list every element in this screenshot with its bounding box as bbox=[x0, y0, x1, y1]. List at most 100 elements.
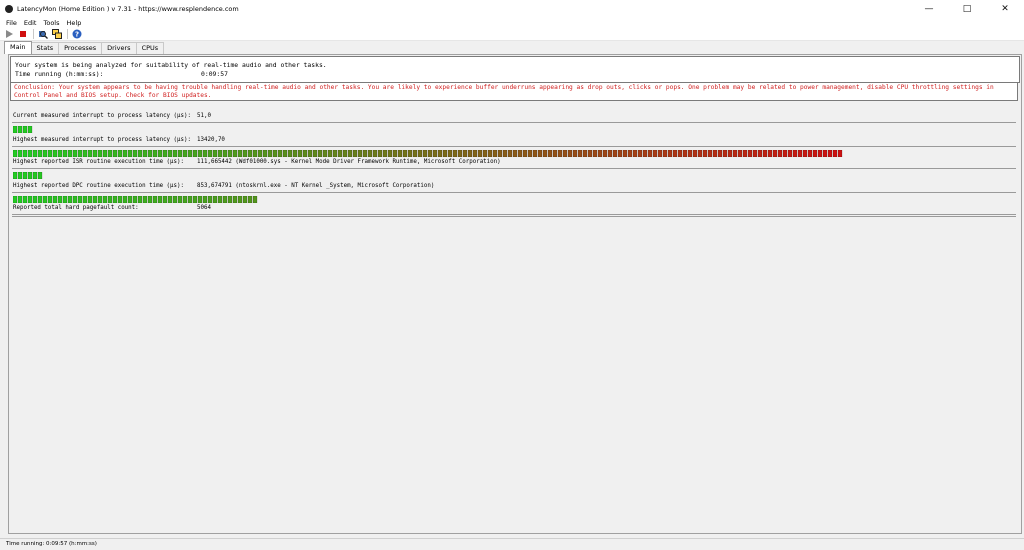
bar-segment bbox=[462, 150, 468, 157]
bar-segment bbox=[802, 150, 808, 157]
toolbar: ? bbox=[0, 27, 1024, 41]
bar-segment bbox=[67, 196, 73, 203]
bar-segment bbox=[787, 150, 793, 157]
bar-segment bbox=[77, 150, 83, 157]
start-button[interactable] bbox=[4, 29, 14, 39]
bar-segment bbox=[557, 150, 563, 157]
bar-segment bbox=[302, 150, 308, 157]
bar-segment bbox=[602, 150, 608, 157]
bar-segment bbox=[182, 150, 188, 157]
bar-segment bbox=[87, 196, 93, 203]
bar-segment bbox=[762, 150, 768, 157]
bar-segment bbox=[322, 150, 328, 157]
bar-segment bbox=[127, 196, 133, 203]
bar-segment bbox=[142, 150, 148, 157]
bar-segment bbox=[652, 150, 658, 157]
bar-segment bbox=[207, 150, 213, 157]
bar-segment bbox=[757, 150, 763, 157]
bar-segment bbox=[202, 150, 208, 157]
bar-segment bbox=[607, 150, 613, 157]
menu-edit[interactable]: Edit bbox=[24, 19, 37, 27]
bar-segment bbox=[337, 150, 343, 157]
tab-stats[interactable]: Stats bbox=[30, 42, 60, 54]
bar-segment bbox=[432, 150, 438, 157]
bar-segment bbox=[92, 196, 98, 203]
close-button[interactable]: ✕ bbox=[986, 0, 1024, 18]
bar-segment bbox=[122, 196, 128, 203]
window-title: LatencyMon (Home Edition ) v 7.31 - http… bbox=[17, 5, 239, 13]
bar-segment bbox=[532, 150, 538, 157]
bar-segment bbox=[27, 172, 33, 179]
analyze-button[interactable] bbox=[38, 29, 48, 39]
windows-button[interactable] bbox=[52, 28, 62, 39]
bar-segment bbox=[47, 150, 53, 157]
play-icon bbox=[6, 29, 13, 38]
bar-segment bbox=[242, 150, 248, 157]
bar-segment bbox=[172, 150, 178, 157]
bar-segment bbox=[112, 150, 118, 157]
tab-cpus[interactable]: CPUs bbox=[135, 42, 165, 54]
bar-segment bbox=[177, 150, 183, 157]
menu-help[interactable]: Help bbox=[67, 19, 82, 27]
bar-segment bbox=[17, 126, 23, 133]
bar-segment bbox=[252, 150, 258, 157]
bar-segment bbox=[452, 150, 458, 157]
tab-main[interactable]: Main bbox=[4, 41, 32, 54]
bar-segment bbox=[232, 150, 238, 157]
bar-segment bbox=[132, 196, 138, 203]
minimize-icon: — bbox=[924, 4, 934, 14]
metric-label: Highest measured interrupt to process la… bbox=[13, 137, 191, 143]
bar-segment bbox=[412, 150, 418, 157]
bar-segment bbox=[737, 150, 743, 157]
bar-segment bbox=[177, 196, 183, 203]
conclusion-text: Conclusion: Your system appears to be ha… bbox=[10, 82, 1018, 101]
bar-segment bbox=[252, 196, 258, 203]
bar-segment bbox=[167, 196, 173, 203]
help-button[interactable]: ? bbox=[72, 29, 82, 39]
bar-segment bbox=[442, 150, 448, 157]
divider bbox=[12, 214, 1016, 215]
maximize-button[interactable]: □ bbox=[948, 0, 986, 18]
bar-segment bbox=[402, 150, 408, 157]
latency-bar bbox=[13, 196, 258, 203]
bar-segment bbox=[147, 150, 153, 157]
metric-label: Reported total hard pagefault count: bbox=[13, 205, 139, 211]
bar-segment bbox=[82, 196, 88, 203]
bar-segment bbox=[752, 150, 758, 157]
bar-segment bbox=[222, 196, 228, 203]
bar-segment bbox=[292, 150, 298, 157]
bar-segment bbox=[312, 150, 318, 157]
bar-segment bbox=[722, 150, 728, 157]
bar-segment bbox=[702, 150, 708, 157]
latency-bar bbox=[13, 126, 33, 133]
bar-segment bbox=[27, 196, 33, 203]
divider bbox=[12, 168, 1016, 169]
bar-segment bbox=[157, 196, 163, 203]
tab-drivers[interactable]: Drivers bbox=[101, 42, 137, 54]
bar-segment bbox=[667, 150, 673, 157]
bar-segment bbox=[22, 172, 28, 179]
metric-value: 111,665442 (Wdf01000.sys - Kernel Mode D… bbox=[197, 159, 501, 165]
bar-segment bbox=[107, 196, 113, 203]
analysis-status-box: Your system is being analyzed for suitab… bbox=[10, 56, 1020, 83]
bar-segment bbox=[682, 150, 688, 157]
bar-segment bbox=[437, 150, 443, 157]
bar-segment bbox=[747, 150, 753, 157]
metric-value: 853,674791 (ntoskrnl.exe - NT Kernel _Sy… bbox=[197, 183, 435, 189]
bar-segment bbox=[662, 150, 668, 157]
minimize-button[interactable]: — bbox=[910, 0, 948, 18]
bar-segment bbox=[457, 150, 463, 157]
bar-segment bbox=[712, 150, 718, 157]
menu-tools[interactable]: Tools bbox=[43, 19, 59, 27]
divider bbox=[12, 122, 1016, 123]
tab-processes[interactable]: Processes bbox=[58, 42, 103, 54]
menu-file[interactable]: File bbox=[6, 19, 17, 27]
bar-segment bbox=[232, 196, 238, 203]
bar-segment bbox=[572, 150, 578, 157]
bar-segment bbox=[132, 150, 138, 157]
bar-segment bbox=[62, 150, 68, 157]
bar-segment bbox=[367, 150, 373, 157]
stop-button[interactable] bbox=[18, 29, 28, 39]
bar-segment bbox=[332, 150, 338, 157]
bar-segment bbox=[512, 150, 518, 157]
